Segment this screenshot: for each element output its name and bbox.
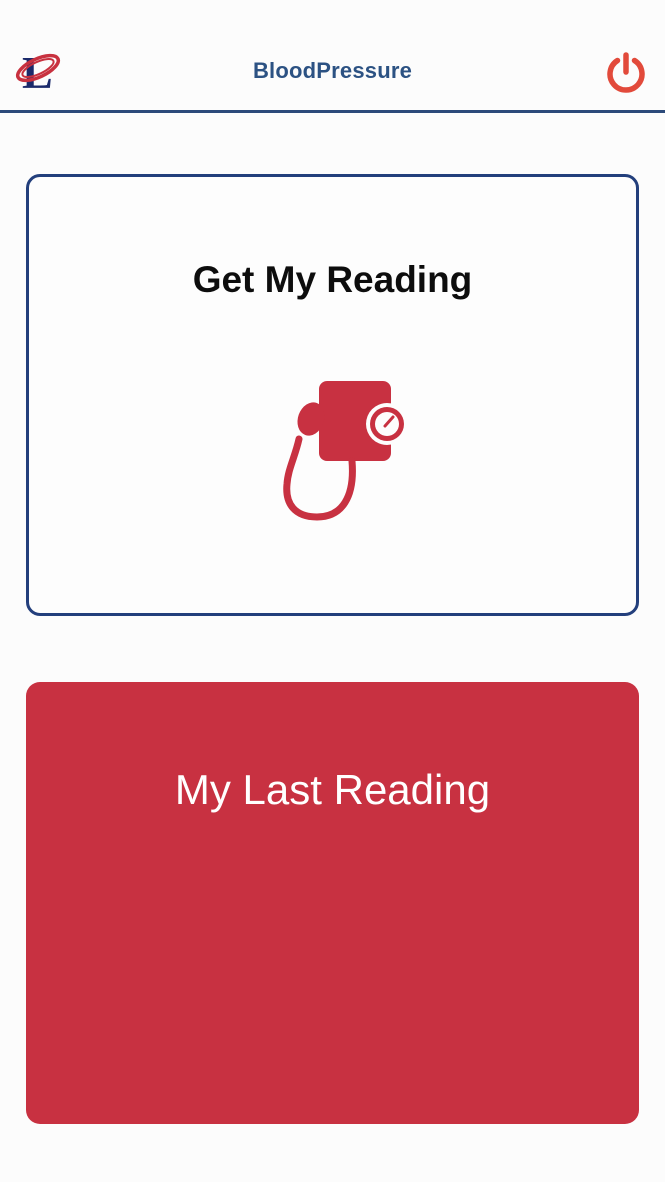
- get-my-reading-label: Get My Reading: [192, 259, 473, 300]
- page-title: BloodPressure: [252, 58, 413, 83]
- my-last-reading-button[interactable]: My Last Reading: [26, 682, 639, 1124]
- power-button[interactable]: [603, 50, 649, 96]
- app-screen: L BloodPressure Get My Reading My Last R…: [0, 0, 665, 1182]
- blood-pressure-cuff-icon: [257, 379, 412, 524]
- power-icon: [607, 52, 645, 93]
- my-last-reading-label: My Last Reading: [174, 766, 491, 813]
- app-header: L BloodPressure: [0, 0, 665, 113]
- get-my-reading-button[interactable]: Get My Reading: [26, 174, 639, 616]
